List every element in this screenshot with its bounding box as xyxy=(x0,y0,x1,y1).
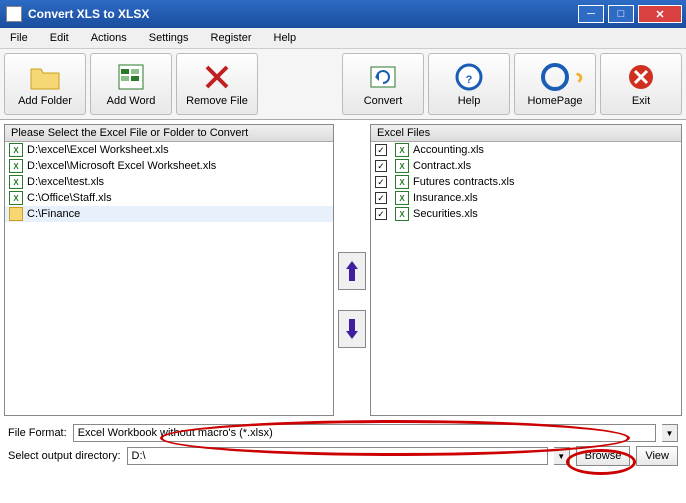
exit-icon xyxy=(625,61,657,93)
list-item[interactable]: X D:\excel\test.xls xyxy=(5,174,333,190)
add-word-button[interactable]: Add Word xyxy=(90,53,172,115)
titlebar: Convert XLS to XLSX ─ □ ✕ xyxy=(0,0,686,28)
folder-icon xyxy=(9,207,23,221)
list-item[interactable]: ✓ X Insurance.xls xyxy=(371,190,681,206)
minimize-button[interactable]: ─ xyxy=(578,5,604,23)
list-item[interactable]: X D:\excel\Microsoft Excel Worksheet.xls xyxy=(5,158,333,174)
add-folder-button[interactable]: Add Folder xyxy=(4,53,86,115)
move-down-button[interactable] xyxy=(338,310,366,348)
excel-icon: X xyxy=(9,143,23,157)
checkbox[interactable]: ✓ xyxy=(375,208,387,220)
folder-icon xyxy=(29,61,61,93)
excel-icon: X xyxy=(395,159,409,173)
files-panel-title: Excel Files xyxy=(377,127,675,139)
list-item[interactable]: X D:\excel\Excel Worksheet.xls xyxy=(5,142,333,158)
output-dir-dropdown-icon[interactable]: ▼ xyxy=(554,447,570,465)
toolbar: Add Folder Add Word Remove File Convert? Hel… xyxy=(0,49,686,120)
excel-icon: X xyxy=(9,191,23,205)
app-icon xyxy=(6,6,22,22)
menu-register[interactable]: Register xyxy=(207,30,256,46)
ie-icon xyxy=(539,61,571,93)
view-button[interactable]: View xyxy=(636,446,678,466)
file-format-select[interactable] xyxy=(73,424,656,442)
toolbar-label: Remove File xyxy=(186,95,248,107)
item-name: Contract.xls xyxy=(413,160,471,172)
exit-button[interactable]: Exit xyxy=(600,53,682,115)
item-name: Futures contracts.xls xyxy=(413,176,514,188)
list-item[interactable]: C:\Finance xyxy=(5,206,333,222)
toolbar-label: Exit xyxy=(632,95,650,107)
toolbar-label: HomePage xyxy=(527,95,582,107)
excel-icon: X xyxy=(395,191,409,205)
item-name: Securities.xls xyxy=(413,208,478,220)
menu-actions[interactable]: Actions xyxy=(87,30,131,46)
homepage-button[interactable]: HomePage xyxy=(514,53,596,115)
list-item[interactable]: ✓ X Contract.xls xyxy=(371,158,681,174)
toolbar-label: Help xyxy=(458,95,481,107)
toolbar-label: Add Folder xyxy=(18,95,72,107)
checkbox[interactable]: ✓ xyxy=(375,160,387,172)
excel-icon: X xyxy=(395,207,409,221)
remove-file-button[interactable]: Remove File xyxy=(176,53,258,115)
menubar: File Edit Actions Settings Register Help xyxy=(0,28,686,49)
item-path: D:\excel\Microsoft Excel Worksheet.xls xyxy=(27,160,216,172)
window-title: Convert XLS to XLSX xyxy=(28,7,578,21)
list-item[interactable]: ✓ X Accounting.xls xyxy=(371,142,681,158)
menu-help[interactable]: Help xyxy=(270,30,301,46)
item-name: Accounting.xls xyxy=(413,144,484,156)
help-button[interactable]: ? Help xyxy=(428,53,510,115)
list-item[interactable]: X C:\Office\Staff.xls xyxy=(5,190,333,206)
menu-settings[interactable]: Settings xyxy=(145,30,193,46)
browse-button[interactable]: Browse xyxy=(576,446,631,466)
svg-text:?: ? xyxy=(466,74,473,86)
file-format-label: File Format: xyxy=(8,427,67,439)
item-path: C:\Office\Staff.xls xyxy=(27,192,112,204)
checkbox[interactable]: ✓ xyxy=(375,192,387,204)
files-list[interactable]: ✓ X Accounting.xls ✓ X Contract.xls ✓ X Futures … xyxy=(371,142,681,415)
move-up-button[interactable] xyxy=(338,252,366,290)
arrow-up-icon xyxy=(344,259,360,283)
convert-icon xyxy=(367,61,399,93)
convert-button[interactable]: Convert xyxy=(342,53,424,115)
checkbox[interactable]: ✓ xyxy=(375,144,387,156)
output-dir-input[interactable] xyxy=(127,447,548,465)
file-format-dropdown-icon[interactable]: ▼ xyxy=(662,424,678,442)
menu-file[interactable]: File xyxy=(6,30,32,46)
arrow-down-icon xyxy=(344,317,360,341)
toolbar-label: Add Word xyxy=(107,95,156,107)
menu-edit[interactable]: Edit xyxy=(46,30,73,46)
help-icon: ? xyxy=(453,61,485,93)
source-panel-header: Please Select the Excel File or Folder t… xyxy=(5,125,333,142)
close-button[interactable]: ✕ xyxy=(638,5,682,23)
source-list[interactable]: X D:\excel\Excel Worksheet.xls X D:\excel\M… xyxy=(5,142,333,415)
excel-icon: X xyxy=(9,175,23,189)
files-panel-header: Excel Files xyxy=(371,125,681,142)
excel-icon xyxy=(115,61,147,93)
toolbar-label: Convert xyxy=(364,95,403,107)
output-dir-label: Select output directory: xyxy=(8,450,121,462)
item-path: D:\excel\test.xls xyxy=(27,176,104,188)
item-name: Insurance.xls xyxy=(413,192,478,204)
list-item[interactable]: ✓ X Securities.xls xyxy=(371,206,681,222)
source-panel: Please Select the Excel File or Folder t… xyxy=(4,124,334,416)
item-path: C:\Finance xyxy=(27,208,80,220)
source-panel-title: Please Select the Excel File or Folder t… xyxy=(11,127,327,139)
item-path: D:\excel\Excel Worksheet.xls xyxy=(27,144,169,156)
checkbox[interactable]: ✓ xyxy=(375,176,387,188)
files-panel: Excel Files ✓ X Accounting.xls ✓ X Contract.x… xyxy=(370,124,682,416)
excel-icon: X xyxy=(395,143,409,157)
maximize-button[interactable]: □ xyxy=(608,5,634,23)
excel-icon: X xyxy=(9,159,23,173)
remove-icon xyxy=(201,61,233,93)
list-item[interactable]: ✓ X Futures contracts.xls xyxy=(371,174,681,190)
excel-icon: X xyxy=(395,175,409,189)
